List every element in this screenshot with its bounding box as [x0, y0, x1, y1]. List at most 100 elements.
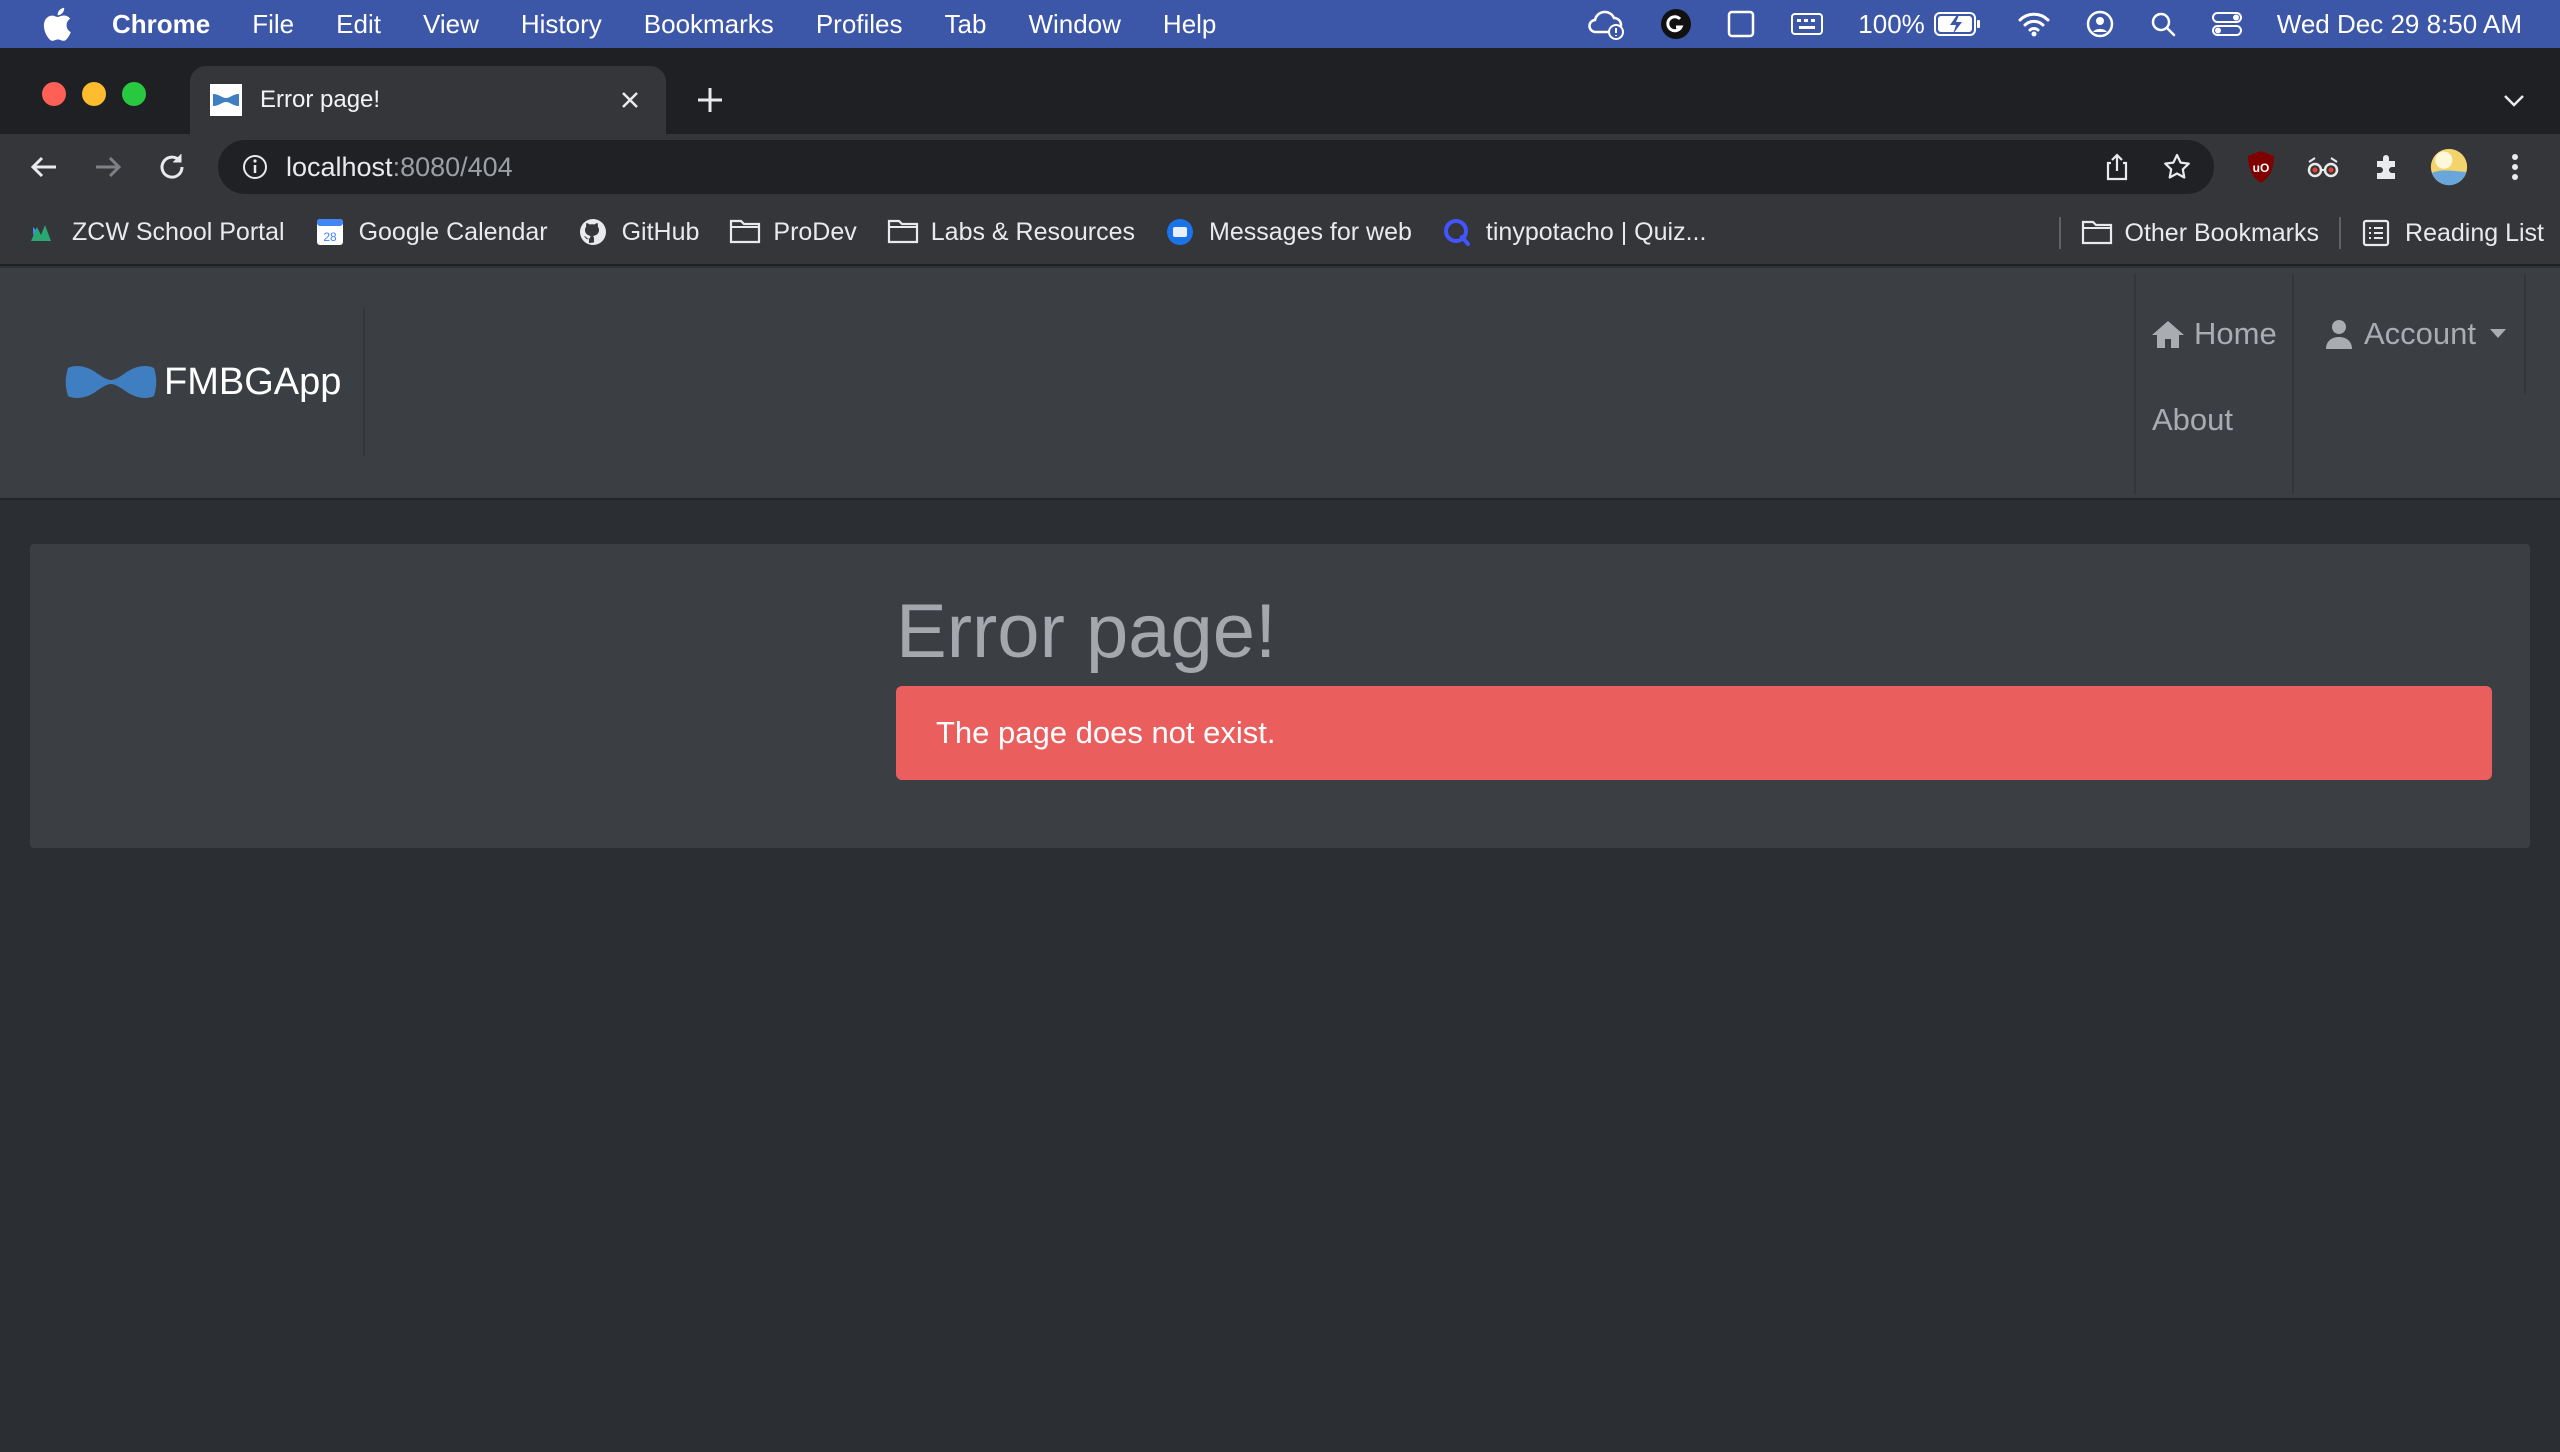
menu-view[interactable]: View	[423, 9, 479, 40]
messages-icon	[1165, 217, 1195, 247]
close-window-button[interactable]	[42, 82, 66, 106]
reading-list-icon	[2361, 218, 2391, 248]
navbar-divider	[2524, 274, 2526, 394]
bookmark-google-calendar[interactable]: 28 Google Calendar	[315, 217, 548, 247]
user-icon	[2324, 318, 2354, 350]
app-navbar: FMBGApp Home Account About	[0, 268, 2560, 500]
share-icon[interactable]	[2102, 152, 2132, 182]
page-title: Error page!	[896, 589, 1277, 674]
nav-account-dropdown[interactable]: Account	[2324, 316, 2516, 352]
error-jumbotron: Error page! The page does not exist.	[30, 544, 2530, 848]
battery-icon[interactable]	[1933, 11, 1983, 37]
bookmark-label: Messages for web	[1209, 217, 1412, 246]
reload-icon[interactable]	[154, 149, 190, 185]
reading-list[interactable]: Reading List	[2361, 218, 2544, 248]
bookmark-folder-labs[interactable]: Labs & Resources	[887, 217, 1135, 247]
glasses-extension-icon[interactable]	[2304, 148, 2342, 186]
tab-search-chevron-icon[interactable]	[2500, 88, 2528, 112]
active-tab[interactable]: Error page!	[190, 66, 666, 134]
bookmark-folder-prodev[interactable]: ProDev	[729, 217, 857, 247]
search-icon[interactable]	[2149, 10, 2177, 38]
bookmark-label: Google Calendar	[358, 217, 548, 246]
minimize-window-button[interactable]	[82, 82, 106, 106]
site-info-icon[interactable]	[240, 152, 270, 182]
navbar-divider	[2134, 274, 2136, 494]
home-icon	[2150, 318, 2186, 350]
zcw-icon	[28, 217, 58, 247]
bookmark-label: ZCW School Portal	[72, 217, 285, 246]
tab-strip: Error page!	[0, 48, 2560, 134]
error-alert: The page does not exist.	[896, 686, 2492, 780]
keyboard-icon[interactable]	[1790, 10, 1824, 38]
url-host: localhost	[286, 151, 393, 182]
grammarly-icon[interactable]	[1660, 8, 1692, 40]
address-bar[interactable]: localhost:8080/404	[218, 140, 2214, 194]
other-bookmarks-label: Other Bookmarks	[2124, 218, 2320, 247]
nav-home-label: Home	[2194, 316, 2277, 351]
other-bookmarks[interactable]: Other Bookmarks	[2081, 218, 2320, 248]
quizlet-icon	[1442, 217, 1472, 247]
bookmark-label: Labs & Resources	[930, 217, 1136, 246]
calendar-icon: 28	[315, 217, 345, 247]
bookmark-zcw[interactable]: ZCW School Portal	[28, 217, 285, 247]
svg-text:uO: uO	[2253, 161, 2270, 175]
url-path: :8080/404	[392, 151, 513, 182]
menu-tab[interactable]: Tab	[945, 9, 987, 40]
control-center-icon[interactable]	[2211, 10, 2243, 38]
menu-app-name[interactable]: Chrome	[112, 9, 210, 40]
forward-icon[interactable]	[90, 149, 126, 185]
bookmark-label: tinypotacho | Quiz...	[1485, 217, 1707, 246]
bowtie-logo-icon	[64, 360, 158, 404]
bookmark-label: GitHub	[621, 217, 700, 246]
profile-avatar[interactable]	[2430, 148, 2468, 186]
menu-edit[interactable]: Edit	[336, 9, 381, 40]
back-icon[interactable]	[26, 149, 62, 185]
caret-down-icon	[2490, 329, 2507, 339]
menu-history[interactable]: History	[521, 9, 602, 40]
chrome-menu-icon[interactable]	[2496, 148, 2534, 186]
user-account-icon[interactable]	[2085, 9, 2115, 39]
menu-file[interactable]: File	[252, 9, 294, 40]
menu-help[interactable]: Help	[1163, 9, 1216, 40]
wifi-icon[interactable]	[2017, 10, 2051, 38]
bookmark-github[interactable]: GitHub	[578, 217, 700, 247]
menu-profiles[interactable]: Profiles	[816, 9, 903, 40]
menu-bookmarks[interactable]: Bookmarks	[644, 9, 774, 40]
nav-account-label: Account	[2364, 316, 2477, 351]
folder-icon	[729, 217, 761, 247]
bookmarks-bar: ZCW School Portal 28 Google Calendar Git…	[0, 200, 2560, 266]
reading-list-label: Reading List	[2405, 218, 2544, 247]
bookmarks-separator	[2058, 217, 2061, 249]
folder-icon	[887, 217, 918, 247]
navbar-divider	[2292, 274, 2294, 494]
zoom-window-button[interactable]	[122, 82, 146, 106]
nav-about-link[interactable]: About	[2152, 402, 2233, 438]
screen-icon[interactable]	[1726, 9, 1756, 39]
cloud-sync-icon[interactable]	[1586, 8, 1626, 40]
browser-toolbar: localhost:8080/404 uO	[0, 134, 2560, 200]
brand-link[interactable]: FMBGApp	[64, 360, 341, 404]
brand-name: FMBGApp	[164, 360, 342, 403]
nav-home-link[interactable]: Home	[2150, 316, 2277, 352]
bookmark-star-icon[interactable]	[2162, 152, 2192, 182]
folder-icon	[2081, 218, 2112, 248]
tab-title: Error page!	[260, 86, 381, 113]
new-tab-icon[interactable]	[692, 82, 728, 118]
bookmark-label: ProDev	[773, 217, 857, 246]
github-icon	[578, 217, 608, 247]
menubar-clock[interactable]: Wed Dec 29 8:50 AM	[2277, 9, 2522, 40]
bookmarks-separator	[2339, 217, 2342, 249]
page-viewport: FMBGApp Home Account About Error page! T…	[0, 268, 2560, 1452]
battery-percent: 100%	[1858, 8, 1925, 39]
ublock-origin-icon[interactable]: uO	[2242, 148, 2280, 186]
bookmark-quizlet[interactable]: tinypotacho | Quiz...	[1442, 217, 1707, 247]
close-tab-icon[interactable]	[616, 86, 644, 114]
calendar-day: 28	[323, 230, 337, 244]
browser-window: Error page! localhost:8080/404 uO ZCW S…	[0, 48, 2560, 1452]
apple-icon[interactable]	[42, 7, 72, 41]
bowtie-favicon-icon	[210, 84, 242, 116]
menu-window[interactable]: Window	[1028, 9, 1120, 40]
bookmark-messages[interactable]: Messages for web	[1165, 217, 1412, 247]
extensions-puzzle-icon[interactable]	[2368, 148, 2406, 186]
navbar-divider	[363, 308, 365, 456]
